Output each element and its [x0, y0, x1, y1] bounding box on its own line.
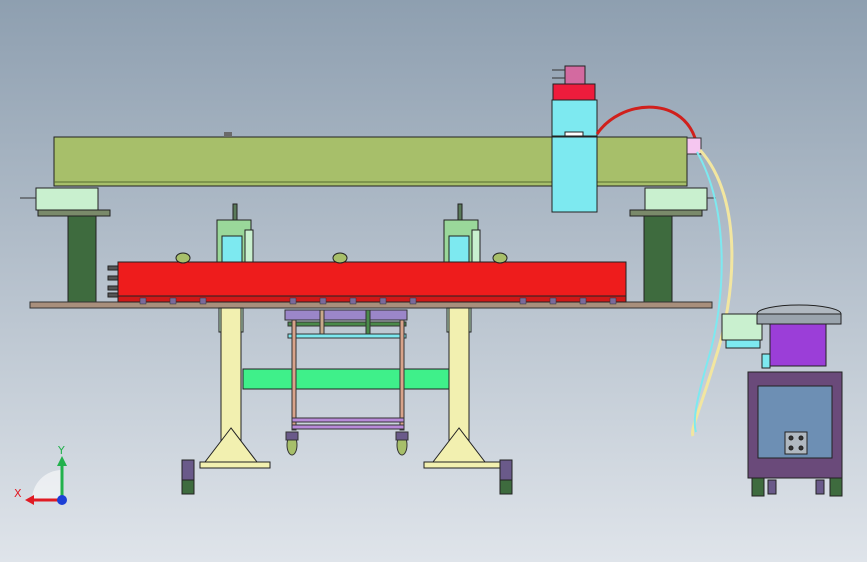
cad-viewport[interactable]: Y X [0, 0, 867, 562]
green-crossbar [242, 368, 450, 390]
base-plate [29, 301, 713, 309]
triad-y-label: Y [57, 444, 65, 457]
left-caster [181, 459, 195, 495]
triad-x-label: X [14, 487, 22, 500]
right-caster [499, 459, 513, 495]
cad-model-view[interactable]: Y X [0, 0, 867, 562]
